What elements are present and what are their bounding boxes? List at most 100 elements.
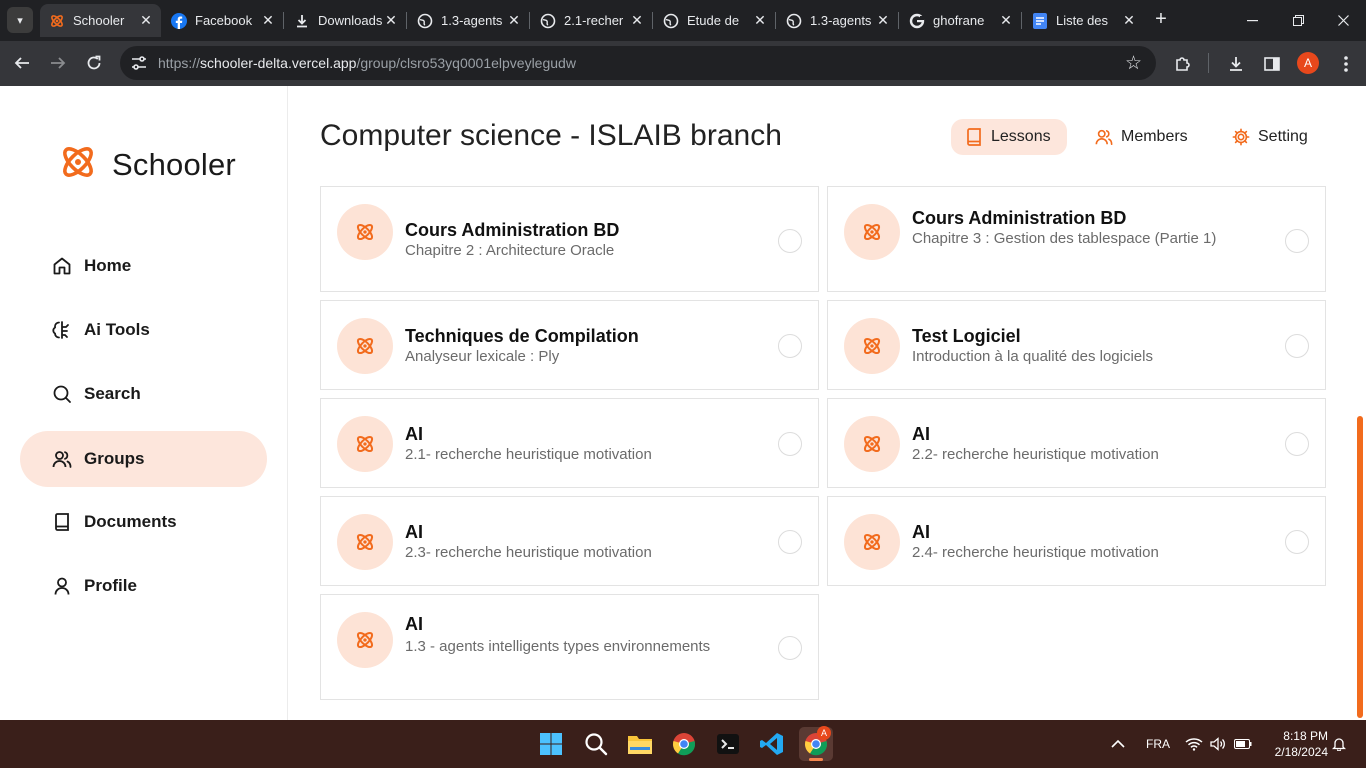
page-title: Computer science - ISLAIB branch — [320, 119, 782, 152]
tab-lessons[interactable]: Lessons — [951, 119, 1067, 155]
sidebar-item-ai-tools[interactable]: Ai Tools — [20, 302, 267, 358]
side-panel-icon[interactable] — [1261, 53, 1283, 75]
site-info-icon[interactable] — [130, 54, 148, 72]
lesson-select-radio[interactable] — [778, 530, 802, 554]
browser-tab-downloads[interactable]: Downloads ✕ — [285, 4, 406, 37]
reload-button[interactable] — [80, 49, 108, 77]
lesson-select-radio[interactable] — [778, 334, 802, 358]
sidebar-item-home[interactable]: Home — [20, 238, 267, 294]
system-clock[interactable]: 8:18 PM 2/18/2024 — [1264, 728, 1328, 760]
page-scrollbar-thumb[interactable] — [1357, 416, 1363, 718]
brand[interactable]: Schooler — [58, 142, 236, 187]
lesson-card[interactable]: AI 2.1- recherche heuristique motivation — [320, 398, 819, 488]
atom-icon — [337, 318, 393, 374]
sidebar-item-search[interactable]: Search — [20, 366, 267, 422]
taskbar-search-icon[interactable] — [579, 727, 613, 761]
sidebar-item-label: Groups — [84, 449, 145, 468]
lesson-title: AI — [405, 522, 423, 542]
close-icon[interactable]: ✕ — [1120, 12, 1138, 29]
close-icon[interactable]: ✕ — [259, 12, 277, 29]
browser-tab-facebook[interactable]: Facebook ✕ — [162, 4, 283, 37]
lesson-card[interactable]: AI 2.2- recherche heuristique motivation — [827, 398, 1326, 488]
extensions-icon[interactable] — [1172, 53, 1194, 75]
lesson-select-radio[interactable] — [778, 432, 802, 456]
address-bar[interactable]: https://schooler-delta.vercel.app/group/… — [120, 46, 1156, 80]
bookmark-star-icon[interactable]: ☆ — [1125, 52, 1142, 75]
lesson-card[interactable]: AI 2.4- recherche heuristique motivation — [827, 496, 1326, 586]
tab-title: Schooler — [73, 13, 125, 28]
tab-search-button[interactable]: ▾ — [7, 7, 33, 33]
lesson-select-radio[interactable] — [1285, 229, 1309, 253]
atom-icon — [844, 318, 900, 374]
chrome-icon[interactable] — [667, 727, 701, 761]
restore-button[interactable] — [1275, 0, 1321, 41]
downloads-icon[interactable] — [1225, 53, 1247, 75]
close-window-button[interactable] — [1320, 0, 1366, 41]
back-button[interactable] — [8, 49, 36, 77]
atom-icon — [844, 416, 900, 472]
tab-members[interactable]: Members — [1081, 119, 1204, 155]
lesson-card[interactable]: AI 2.3- recherche heuristique motivation — [320, 496, 819, 586]
menu-kebab-icon[interactable] — [1335, 53, 1357, 75]
browser-tab-agents-1[interactable]: 1.3-agents ✕ — [408, 4, 529, 37]
sidebar: Schooler Home Ai Tools Search Groups Doc… — [0, 86, 288, 720]
lesson-card[interactable]: Test Logiciel Introduction à la qualité … — [827, 300, 1326, 390]
sidebar-item-profile[interactable]: Profile — [20, 558, 267, 614]
close-icon[interactable]: ✕ — [137, 12, 155, 29]
browser-tab-agents-2[interactable]: 1.3-agents ✕ — [777, 4, 898, 37]
lesson-select-radio[interactable] — [1285, 334, 1309, 358]
close-icon[interactable]: ✕ — [997, 12, 1015, 29]
lesson-select-radio[interactable] — [778, 229, 802, 253]
close-icon[interactable]: ✕ — [505, 12, 523, 29]
chrome-profile-app[interactable]: A — [799, 726, 833, 761]
battery-icon[interactable] — [1234, 720, 1252, 768]
new-tab-button[interactable]: + — [1150, 8, 1172, 32]
close-icon[interactable]: ✕ — [874, 12, 892, 29]
close-icon[interactable]: ✕ — [382, 12, 400, 29]
docs-icon — [1032, 12, 1048, 29]
vscode-icon[interactable] — [755, 727, 789, 761]
lesson-card[interactable]: Cours Administration BD Chapitre 3 : Ges… — [827, 186, 1326, 292]
notification-bell-icon[interactable] — [1332, 720, 1346, 768]
browser-tab-etude[interactable]: Etude de ✕ — [654, 4, 775, 37]
wifi-icon[interactable] — [1185, 720, 1203, 768]
lesson-title: AI — [405, 424, 423, 444]
browser-tab-google[interactable]: ghofrane ✕ — [900, 4, 1021, 37]
sidebar-item-label: Profile — [84, 576, 137, 595]
url-path: /group/clsro53yq0001elpveylegudw — [356, 55, 576, 71]
sidebar-item-groups[interactable]: Groups — [20, 431, 267, 487]
tab-separator — [406, 12, 407, 29]
browser-tab-docs[interactable]: Liste des ✕ — [1023, 4, 1144, 37]
volume-icon[interactable] — [1210, 720, 1226, 768]
tab-title: 2.1-recher — [564, 13, 624, 28]
sidebar-item-documents[interactable]: Documents — [20, 494, 267, 550]
lesson-card[interactable]: Techniques de Compilation Analyseur lexi… — [320, 300, 819, 390]
tab-separator — [283, 12, 284, 29]
tab-separator — [775, 12, 776, 29]
tab-title: Downloads — [318, 13, 382, 28]
user-icon — [52, 576, 72, 596]
profile-badge: A — [817, 726, 831, 740]
tab-setting[interactable]: Setting — [1218, 119, 1324, 155]
minimize-button[interactable] — [1229, 0, 1275, 41]
show-hidden-icons-button[interactable] — [1111, 720, 1125, 768]
close-icon[interactable]: ✕ — [751, 12, 769, 29]
lesson-title: AI — [912, 522, 930, 542]
windows-start-icon[interactable] — [534, 727, 568, 761]
browser-tab-schooler[interactable]: Schooler ✕ — [40, 4, 161, 37]
browser-tab-recherche[interactable]: 2.1-recher ✕ — [531, 4, 652, 37]
terminal-icon[interactable] — [711, 727, 745, 761]
language-indicator[interactable]: FRA — [1146, 720, 1170, 768]
profile-avatar[interactable]: A — [1297, 52, 1319, 74]
lesson-select-radio[interactable] — [778, 636, 802, 660]
lesson-card[interactable]: Cours Administration BD Chapitre 2 : Arc… — [320, 186, 819, 292]
lesson-subtitle: 2.3- recherche heuristique motivation — [405, 544, 652, 561]
globe-icon — [417, 13, 433, 29]
lesson-select-radio[interactable] — [1285, 530, 1309, 554]
forward-button[interactable] — [44, 49, 72, 77]
lesson-select-radio[interactable] — [1285, 432, 1309, 456]
file-explorer-icon[interactable] — [623, 727, 657, 761]
close-icon[interactable]: ✕ — [628, 12, 646, 29]
lesson-card[interactable]: AI 1.3 - agents intelligents types envir… — [320, 594, 819, 700]
lesson-subtitle: Chapitre 3 : Gestion des tablespace (Par… — [912, 230, 1217, 247]
